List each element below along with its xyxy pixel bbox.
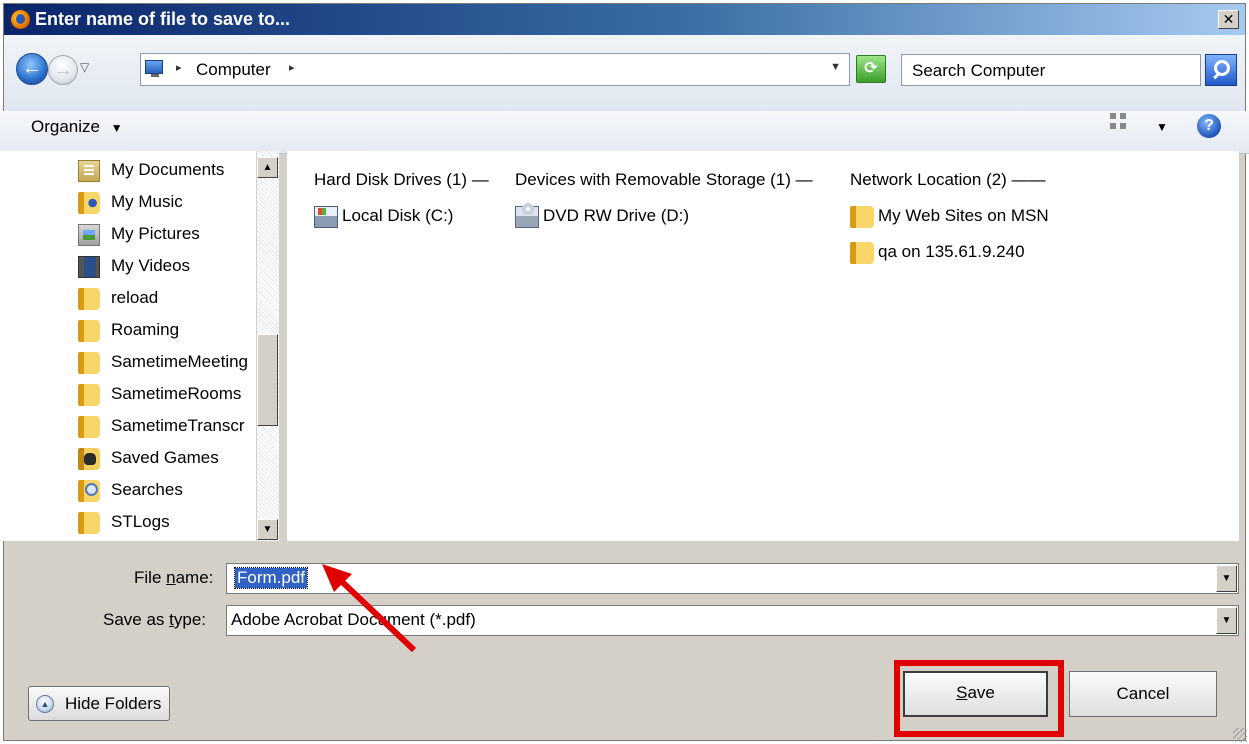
annotation-arrow bbox=[322, 564, 417, 653]
tree-item-label: My Documents bbox=[111, 160, 225, 179]
search-icon[interactable] bbox=[1205, 54, 1237, 86]
tree-item-label: STLogs bbox=[111, 512, 170, 531]
tree-item-label: My Music bbox=[111, 192, 183, 211]
forward-arrow-icon: → bbox=[53, 59, 73, 81]
item-label: Local Disk (C:) bbox=[342, 206, 454, 225]
chevron-up-icon: ▲ bbox=[36, 695, 54, 713]
videos-icon bbox=[78, 256, 100, 278]
save-type-label: Save as type: bbox=[103, 610, 207, 629]
folder-icon bbox=[78, 384, 100, 406]
tree-item[interactable]: My Documents bbox=[78, 157, 258, 185]
item-label: qa on 135.61.9.240 bbox=[878, 242, 1025, 261]
help-icon[interactable]: ? bbox=[1197, 114, 1221, 138]
tree-item[interactable]: STLogs bbox=[78, 509, 258, 537]
refresh-button[interactable]: ⟳ bbox=[856, 55, 886, 83]
file-name-dropdown[interactable]: ▼ bbox=[1216, 565, 1237, 592]
pictures-icon bbox=[78, 224, 100, 246]
tree-item[interactable]: Searches bbox=[78, 477, 258, 505]
folder-icon bbox=[78, 512, 100, 534]
resize-grip[interactable] bbox=[1233, 728, 1247, 742]
folder-icon bbox=[78, 352, 100, 374]
breadcrumb-separator-icon[interactable]: ▸ bbox=[176, 61, 182, 74]
tree-item[interactable]: Saved Games bbox=[78, 445, 258, 473]
firefox-icon bbox=[11, 10, 30, 29]
views-dropdown[interactable]: ▼ bbox=[1156, 120, 1168, 134]
organize-label: Organize bbox=[31, 117, 100, 136]
title-bar: Enter name of file to save to... ✕ bbox=[4, 4, 1245, 35]
tree-item-label: SametimeMeeting bbox=[111, 352, 249, 371]
breadcrumb-computer[interactable]: Computer bbox=[196, 60, 271, 80]
group-header-hard-disks[interactable]: Hard Disk Drives (1) — bbox=[314, 170, 489, 190]
computer-icon bbox=[145, 60, 163, 77]
local-disk-icon bbox=[314, 206, 338, 228]
item-label: DVD RW Drive (D:) bbox=[543, 206, 690, 225]
tree-item-label: Searches bbox=[111, 480, 183, 499]
organize-menu[interactable]: Organize ▼ bbox=[31, 117, 123, 137]
tree-item[interactable]: My Music bbox=[78, 189, 258, 217]
hide-folders-button[interactable]: ▲ Hide Folders bbox=[28, 686, 170, 721]
forward-button[interactable]: → bbox=[48, 55, 78, 85]
tree-item-label: Roaming bbox=[111, 320, 180, 339]
tree-item[interactable]: Roaming bbox=[78, 317, 258, 345]
tree-item-label: My Pictures bbox=[111, 224, 200, 243]
tree-item-label: reload bbox=[111, 288, 159, 307]
tree-scrollbar-thumb[interactable] bbox=[257, 334, 278, 426]
close-button[interactable]: ✕ bbox=[1218, 10, 1239, 29]
network-folder-icon bbox=[850, 206, 874, 228]
tree-item[interactable]: SametimeMeeting bbox=[78, 349, 258, 377]
music-folder-icon bbox=[78, 192, 100, 214]
tree-item-label: SametimeRooms bbox=[111, 384, 242, 403]
recent-pages-dropdown[interactable]: ▽ bbox=[80, 60, 89, 74]
address-bar[interactable]: ▸ Computer ▸ ▼ bbox=[140, 53, 850, 86]
saved-games-icon bbox=[78, 448, 100, 470]
window-title: Enter name of file to save to... bbox=[35, 9, 291, 29]
folder-icon bbox=[78, 320, 100, 342]
back-button[interactable]: ← bbox=[16, 53, 48, 85]
searches-icon bbox=[78, 480, 100, 502]
scroll-down-button[interactable]: ▼ bbox=[257, 519, 278, 540]
group-header-removable[interactable]: Devices with Removable Storage (1) — bbox=[515, 170, 813, 190]
chevron-down-icon: ▼ bbox=[110, 121, 123, 135]
tree-item-label: Saved Games bbox=[111, 448, 219, 467]
save-highlight-box bbox=[894, 660, 1064, 737]
search-input[interactable]: Search Computer bbox=[901, 54, 1201, 86]
file-name-label: File name: bbox=[134, 568, 214, 587]
item-label: My Web Sites on MSN bbox=[878, 206, 1049, 225]
tree-item[interactable]: reload bbox=[78, 285, 258, 313]
tree-item[interactable]: SametimeRooms bbox=[78, 381, 258, 409]
breadcrumb-chevron-icon[interactable]: ▸ bbox=[289, 61, 295, 74]
save-type-dropdown[interactable]: ▼ bbox=[1216, 607, 1237, 634]
file-name-value[interactable]: Form.pdf bbox=[233, 567, 309, 589]
search-placeholder: Search Computer bbox=[912, 61, 1046, 80]
tree-item[interactable]: My Videos bbox=[78, 253, 258, 281]
cancel-button[interactable]: Cancel bbox=[1069, 671, 1217, 717]
tree-item[interactable]: My Pictures bbox=[78, 221, 258, 249]
dvd-drive-icon bbox=[515, 203, 539, 228]
hide-folders-label: Hide Folders bbox=[65, 694, 162, 713]
views-icon[interactable] bbox=[1110, 113, 1128, 131]
toolbar bbox=[0, 111, 1249, 154]
back-arrow-icon: ← bbox=[22, 57, 42, 79]
address-history-dropdown[interactable]: ▼ bbox=[830, 61, 841, 73]
tree-item-label: My Videos bbox=[111, 256, 191, 275]
scroll-up-button[interactable]: ▲ bbox=[257, 157, 278, 178]
group-header-network[interactable]: Network Location (2) —— bbox=[850, 170, 1046, 190]
folder-tree[interactable]: My Documents My Music My Pictures My Vid… bbox=[0, 151, 279, 541]
documents-icon bbox=[78, 160, 100, 182]
tree-item-label: SametimeTranscr bbox=[111, 416, 245, 435]
folder-icon bbox=[78, 288, 100, 310]
tree-item[interactable]: SametimeTranscr bbox=[78, 413, 258, 441]
annotation-arrow-shaft bbox=[333, 573, 417, 653]
network-folder-icon bbox=[850, 242, 874, 264]
folder-icon bbox=[78, 416, 100, 438]
